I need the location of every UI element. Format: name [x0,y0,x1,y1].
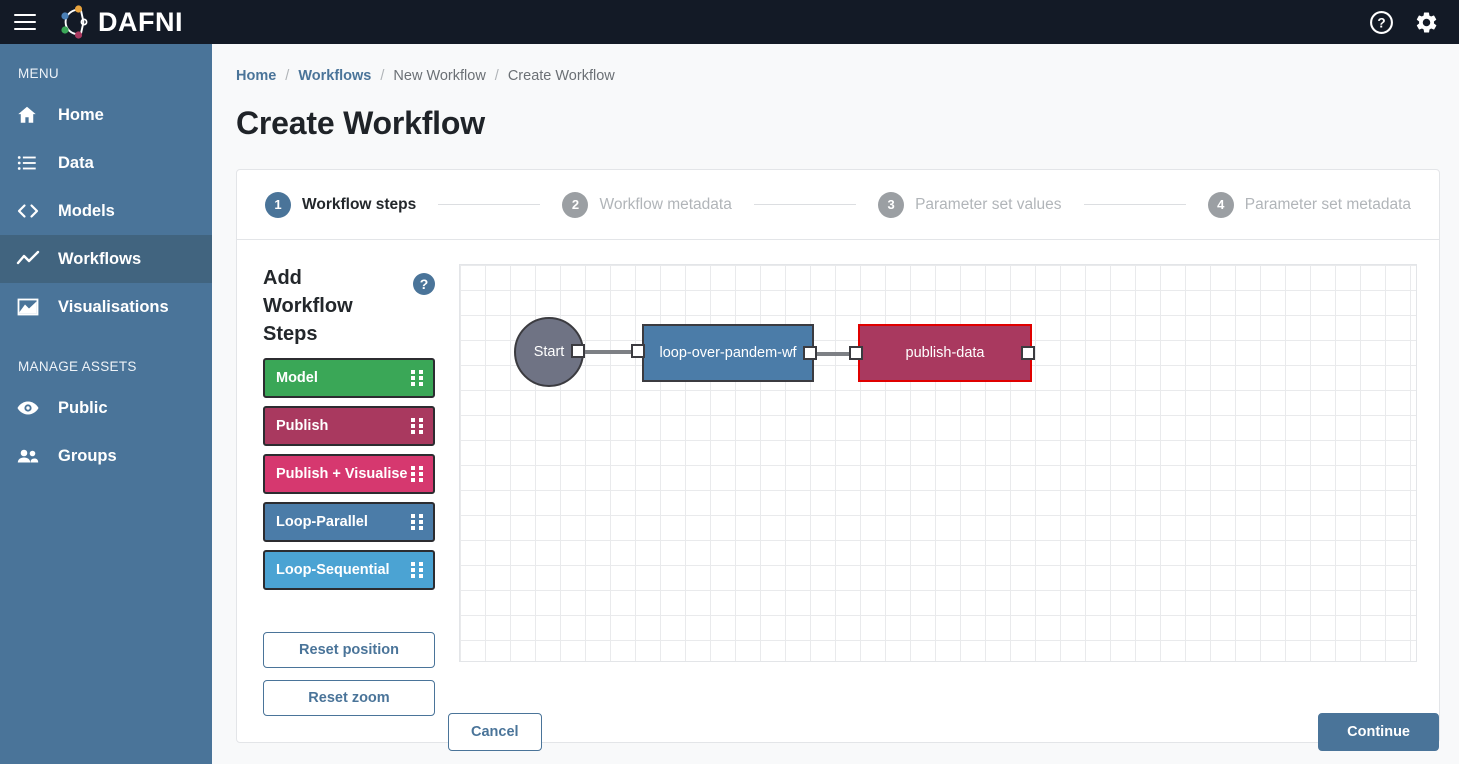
sidebar-section-menu: MENU [0,44,212,91]
home-icon [16,104,50,126]
people-icon [16,444,50,468]
stepper-connector [438,204,540,205]
palette-step-label: Model [276,370,318,386]
sidebar-item-models[interactable]: Models [0,187,212,235]
sidebar-item-public[interactable]: Public [0,384,212,432]
port-publish-input[interactable] [849,346,863,360]
sidebar-item-label: Visualisations [58,298,169,317]
breadcrumb-item-new-workflow: New Workflow [393,68,485,84]
sidebar-item-home[interactable]: Home [0,91,212,139]
card-body: Add Workflow Steps ? Model Publish Publi… [237,240,1439,742]
sidebar-item-label: Home [58,106,104,125]
breadcrumb-separator: / [495,68,499,84]
palette-step-label: Publish [276,418,328,434]
step-number: 2 [562,192,588,218]
drag-handle-icon[interactable] [411,371,423,385]
area-chart-icon [16,295,50,319]
node-label: Start [534,344,565,360]
sidebar-item-label: Workflows [58,250,141,269]
port-publish-output[interactable] [1021,346,1035,360]
node-label: publish-data [906,345,985,361]
stepper: 1 Workflow steps 2 Workflow metadata 3 P… [237,170,1439,240]
palette-step-loop-parallel[interactable]: Loop-Parallel [263,502,435,542]
eye-icon [16,396,50,420]
brand-text: DAFNI [98,9,183,36]
sidebar-item-visualisations[interactable]: Visualisations [0,283,212,331]
breadcrumb-item-home[interactable]: Home [236,68,276,84]
palette-step-publish[interactable]: Publish [263,406,435,446]
sidebar-item-label: Data [58,154,94,173]
stepper-step-3[interactable]: 3 Parameter set values [878,192,1061,218]
continue-button[interactable]: Continue [1318,713,1439,751]
sidebar-item-label: Models [58,202,115,221]
workflow-node-loop-over-pandem-wf[interactable]: loop-over-pandem-wf [642,324,814,382]
step-number: 1 [265,192,291,218]
workflow-canvas[interactable]: Start loop-over-pandem-wf publish-data [459,264,1417,662]
page-title: Create Workflow [236,105,1439,142]
sidebar-section-manage-assets: MANAGE ASSETS [0,331,212,384]
drag-handle-icon[interactable] [411,467,423,481]
breadcrumb-separator: / [285,68,289,84]
port-loop-input[interactable] [631,344,645,358]
step-number: 4 [1208,192,1234,218]
palette-step-list: Model Publish Publish + Visualise Loop-P… [263,358,435,590]
palette-step-publish-visualise[interactable]: Publish + Visualise [263,454,435,494]
cancel-button[interactable]: Cancel [448,713,542,751]
palette-title: Add Workflow Steps [263,264,388,348]
workflow-node-publish-data[interactable]: publish-data [858,324,1032,382]
add-workflow-steps-panel: Add Workflow Steps ? Model Publish Publi… [263,264,435,716]
step-number: 3 [878,192,904,218]
stepper-step-4[interactable]: 4 Parameter set metadata [1208,192,1411,218]
step-label: Parameter set values [915,196,1061,214]
palette-step-label: Loop-Sequential [276,562,390,578]
reset-position-button[interactable]: Reset position [263,632,435,668]
help-circle-icon[interactable]: ? [1369,10,1394,35]
sidebar-item-workflows[interactable]: Workflows [0,235,212,283]
stepper-connector [754,204,856,205]
reset-controls: Reset position Reset zoom [263,620,435,716]
breadcrumb-separator: / [380,68,384,84]
topbar-actions: ? [1369,10,1439,35]
palette-step-label: Loop-Parallel [276,514,368,530]
dafni-logo[interactable]: DAFNI [56,3,183,41]
gear-icon[interactable] [1414,10,1439,35]
main-content: Home / Workflows / New Workflow / Create… [212,44,1459,764]
stepper-step-1[interactable]: 1 Workflow steps [265,192,416,218]
breadcrumb: Home / Workflows / New Workflow / Create… [236,66,1439,86]
sidebar: MENU Home Data [0,44,212,764]
sidebar-item-label: Groups [58,447,117,466]
dafni-logo-mark [56,3,94,41]
reset-zoom-button[interactable]: Reset zoom [263,680,435,716]
form-footer: Cancel Continue [448,700,1439,764]
palette-header: Add Workflow Steps ? [263,264,435,348]
code-brackets-icon [16,199,50,223]
help-circle-icon[interactable]: ? [413,273,435,295]
top-bar: DAFNI ? [0,0,1459,44]
breadcrumb-item-workflows[interactable]: Workflows [298,68,371,84]
palette-step-label: Publish + Visualise [276,466,408,482]
stepper-connector [1084,204,1186,205]
port-loop-output[interactable] [803,346,817,360]
sidebar-item-label: Public [58,399,108,418]
drag-handle-icon[interactable] [411,563,423,577]
stepper-step-2[interactable]: 2 Workflow metadata [562,192,731,218]
drag-handle-icon[interactable] [411,419,423,433]
step-label: Workflow steps [302,196,416,214]
sidebar-item-groups[interactable]: Groups [0,432,212,480]
svg-text:?: ? [1377,15,1385,30]
line-chart-icon [16,247,50,271]
palette-step-loop-sequential[interactable]: Loop-Sequential [263,550,435,590]
port-start-output[interactable] [571,344,585,358]
create-workflow-card: 1 Workflow steps 2 Workflow metadata 3 P… [236,169,1440,743]
palette-step-model[interactable]: Model [263,358,435,398]
node-label: loop-over-pandem-wf [659,345,796,361]
drag-handle-icon[interactable] [411,515,423,529]
hamburger-menu-icon[interactable] [14,14,36,30]
step-label: Parameter set metadata [1245,196,1411,214]
sidebar-item-data[interactable]: Data [0,139,212,187]
breadcrumb-item-create-workflow: Create Workflow [508,68,615,84]
list-icon [16,152,50,174]
step-label: Workflow metadata [599,196,731,214]
